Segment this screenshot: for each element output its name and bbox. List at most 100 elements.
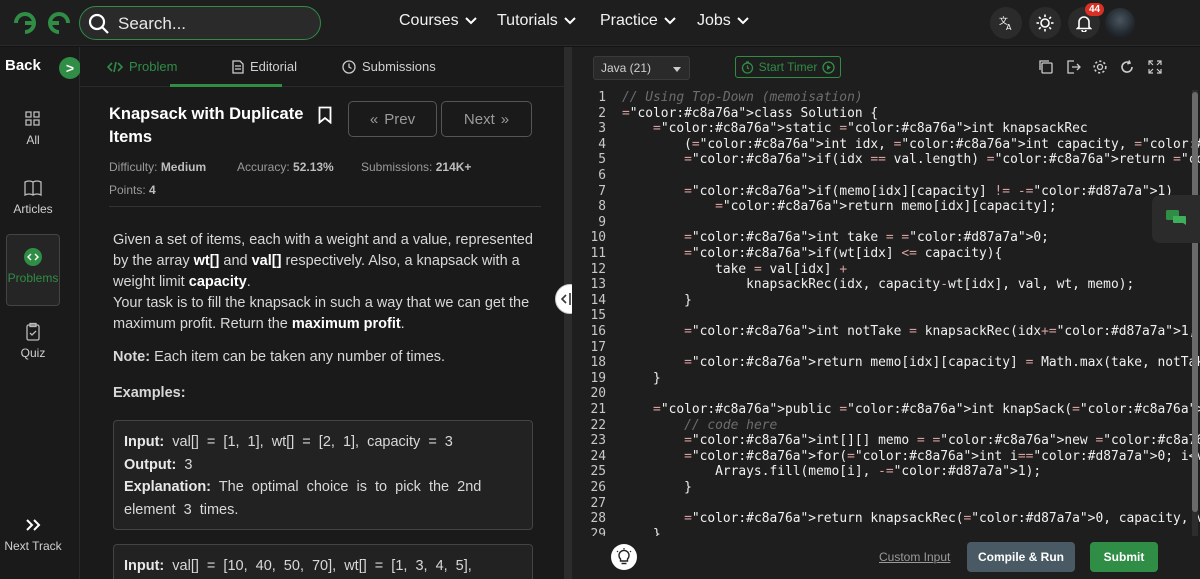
line-number: 25 — [590, 464, 606, 480]
svg-text:A: A — [1006, 23, 1012, 31]
sidebar-item-quiz[interactable]: Quiz — [6, 322, 60, 360]
editor-footer: Custom Input Compile & Run Submit — [572, 536, 1200, 579]
double-chevron-icon — [26, 519, 41, 531]
code-text: // code here — [684, 417, 778, 433]
fullscreen-icon[interactable] — [1147, 59, 1163, 75]
code-line: 9 — [572, 215, 1190, 231]
document-icon — [232, 59, 244, 74]
editor-scrollbar[interactable] — [1192, 92, 1198, 512]
line-number: 1 — [598, 90, 606, 105]
reset-icon[interactable] — [1119, 59, 1135, 75]
language-select[interactable]: Java (21) — [593, 56, 690, 80]
code-text: ="color:#c8a76a">if(idx == val.length) =… — [684, 152, 1200, 168]
sidebar-item-next-track[interactable]: Next Track — [2, 515, 64, 553]
code-text: ="color:#c8a76a">if(memo[idx][capacity] … — [684, 183, 1174, 199]
code-text: ="color:#c8a76a">static ="color:#c8a76a"… — [653, 121, 1088, 137]
code-line: 3 ="color:#c8a76a">static ="color:#c8a76… — [572, 121, 1190, 137]
code-line: 6 — [572, 168, 1190, 184]
bookmark-icon[interactable] — [318, 106, 332, 124]
line-number: 11 — [590, 246, 606, 261]
lightbulb-icon — [616, 548, 632, 565]
search-placeholder: Search... — [118, 14, 187, 33]
code-line: 20 — [572, 386, 1190, 402]
line-number: 19 — [590, 370, 606, 386]
code-line: 19 } — [572, 371, 1190, 387]
code-text: ="color:#c8a76a">if(wt[idx] <= capacity)… — [684, 246, 1003, 261]
copy-icon[interactable] — [1038, 59, 1054, 75]
grid-icon — [25, 111, 40, 126]
nav-courses[interactable]: Courses — [399, 12, 477, 30]
timer-icon — [741, 60, 753, 74]
avatar[interactable] — [1105, 8, 1135, 38]
line-number: 9 — [598, 214, 606, 230]
back-label[interactable]: Back — [5, 57, 41, 74]
example-box: Input: val[] = [1, 1], wt[] = [2, 1], ca… — [113, 420, 533, 530]
search-input[interactable]: Search... — [79, 6, 321, 40]
accuracy-meta: Accuracy: 52.13% — [237, 160, 334, 174]
code-line: 27 — [572, 496, 1190, 512]
line-number: 20 — [590, 386, 606, 402]
line-number: 14 — [590, 292, 606, 308]
chevron-down-icon — [464, 17, 477, 25]
line-number: 3 — [598, 121, 606, 137]
sidebar-item-all[interactable]: All — [6, 109, 60, 147]
custom-input-link[interactable]: Custom Input — [879, 550, 950, 564]
code-icon — [107, 61, 123, 72]
line-number: 26 — [590, 480, 606, 495]
code-text: ="color:#c8a76a">return memo[idx][capaci… — [684, 355, 1200, 371]
code-line: 29 } — [572, 527, 1190, 536]
example-box: Input: val[] = [10, 40, 50, 70], wt[] = … — [113, 544, 533, 579]
code-text: ="color:#c8a76a">int notTake = knapsackR… — [684, 324, 1197, 339]
line-number: 6 — [598, 168, 606, 183]
hint-button[interactable] — [611, 544, 637, 570]
nav-practice[interactable]: Practice — [600, 12, 676, 30]
nav-tutorials[interactable]: Tutorials — [497, 12, 576, 30]
code-line: 17 — [572, 340, 1190, 356]
code-line: 18 ="color:#c8a76a">return memo[idx][cap… — [572, 355, 1200, 371]
problem-panel: Knapsack with Duplicate Items « Prev Nex… — [80, 87, 564, 579]
back-button[interactable]: > — [59, 57, 81, 79]
code-text: (="color:#c8a76a">int idx, ="color:#c8a7… — [622, 136, 1200, 152]
export-icon[interactable] — [1065, 59, 1081, 75]
chat-button[interactable] — [1152, 195, 1200, 243]
code-line: 7 ="color:#c8a76a">if(memo[idx][capacity… — [572, 184, 1190, 200]
line-number: 12 — [590, 261, 606, 277]
problem-tabs: Problem Editorial Submissions — [80, 47, 564, 87]
theme-toggle-button[interactable] — [1029, 7, 1061, 39]
next-button[interactable]: Next » — [441, 101, 532, 137]
points-meta: Points: 4 — [109, 183, 156, 197]
gear-icon[interactable] — [1092, 59, 1108, 75]
code-text: } — [622, 292, 692, 308]
translate-button[interactable]: 文 A — [990, 7, 1022, 39]
code-line: 26 } — [572, 480, 1190, 496]
difficulty-meta: Difficulty: Medium — [109, 160, 207, 174]
code-icon — [24, 248, 42, 266]
code-text: } — [622, 480, 692, 495]
clipboard-icon — [26, 322, 40, 341]
prev-button[interactable]: « Prev — [348, 101, 437, 137]
nav-jobs[interactable]: Jobs — [697, 12, 749, 30]
sidebar-item-articles[interactable]: Articles — [6, 178, 60, 216]
tab-editorial[interactable]: Editorial — [232, 59, 297, 74]
code-line: 12 take = val[idx] + — [572, 262, 1190, 278]
submissions-meta: Submissions: 214K+ — [361, 160, 472, 174]
start-timer-button[interactable]: Start Timer — [735, 56, 841, 78]
code-text: ="color:#c8a76a">public ="color:#c8a76a"… — [653, 402, 1200, 417]
code-line: 11 ="color:#c8a76a">if(wt[idx] <= capaci… — [572, 246, 1190, 262]
code-editor[interactable]: 1 // Using Top-Down (memoisation) 2 ="color… — [572, 87, 1200, 536]
line-number: 22 — [590, 417, 606, 433]
line-number: 16 — [590, 324, 606, 339]
tab-problem[interactable]: Problem — [107, 59, 177, 74]
code-text: ="color:#c8a76a">return memo[idx][capaci… — [715, 199, 1057, 215]
code-line: 16 ="color:#c8a76a">int notTake = knapsa… — [572, 324, 1196, 340]
tab-submissions[interactable]: Submissions — [342, 59, 436, 74]
line-number: 13 — [590, 277, 606, 293]
compile-run-button[interactable]: Compile & Run — [967, 542, 1075, 572]
submit-button[interactable]: Submit — [1090, 542, 1158, 572]
sidebar-item-problems[interactable]: Problems — [6, 234, 60, 306]
line-number: 10 — [590, 230, 606, 246]
code-line: 22 // code here — [572, 418, 1190, 434]
gfg-logo-icon[interactable] — [12, 9, 72, 37]
chat-icon — [1166, 210, 1186, 225]
code-line: 13 knapsackRec(idx, capacity-wt[idx], va… — [572, 277, 1190, 293]
